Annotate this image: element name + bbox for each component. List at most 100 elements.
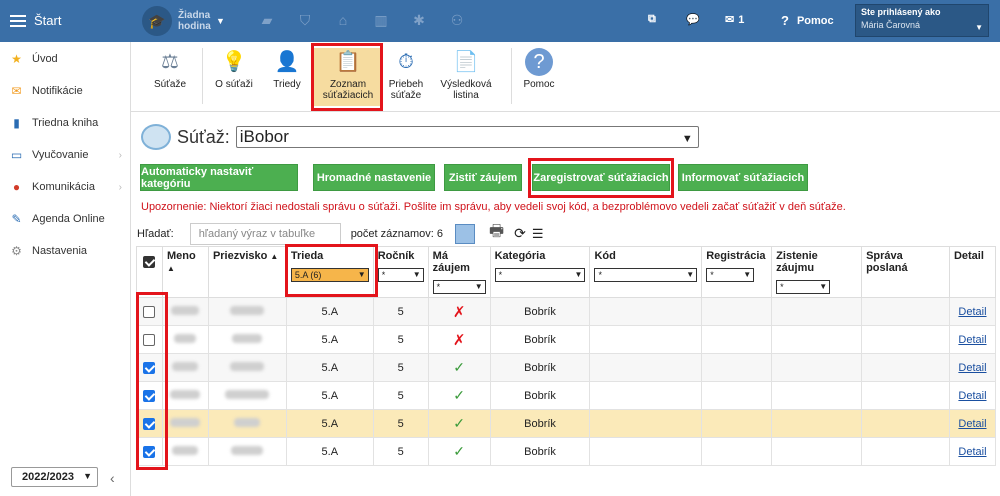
detail-cell: Detail — [948, 297, 997, 326]
kategoria-filter[interactable]: * ▼ — [494, 268, 586, 282]
toolbar-o-sutazi[interactable]: 💡 O súťaži — [211, 48, 257, 106]
toolbar-triedy[interactable]: 👤 Triedy — [266, 48, 308, 106]
bank-icon[interactable]: ⌂ — [334, 11, 352, 29]
people-walking-icon[interactable]: ⚇ — [448, 11, 466, 29]
zistenie-filter[interactable]: * ▼ — [776, 280, 831, 294]
toolbar-souteze[interactable]: ⚖ Súťaže — [149, 48, 191, 106]
col-zaujem[interactable]: Má záujem * ▼ — [427, 246, 491, 298]
redacted-text — [230, 305, 265, 315]
messages-button[interactable]: ✉ 1 — [725, 13, 744, 27]
detail-link[interactable]: Detail — [958, 306, 986, 318]
user-menu[interactable]: Ste prihlásený ako Mária Čarovná ▼ — [855, 4, 989, 37]
competition-header: Súťaž: iBobor ▼ — [141, 124, 699, 150]
find-interest-button[interactable]: Zistiť záujem — [444, 164, 522, 191]
col-detail: Detail — [948, 246, 997, 298]
sidebar-item-uvod[interactable]: ★ Úvod — [0, 43, 130, 75]
rocnik-cell: 5 — [372, 325, 429, 354]
kategoria-cell: Bobrík — [489, 437, 591, 466]
redacted-text — [231, 445, 264, 455]
detail-link[interactable]: Detail — [958, 334, 986, 346]
toolbar-priebeh-sutaze[interactable]: ⏱ Priebeh súťaže — [383, 48, 429, 106]
trieda-cell: 5.A — [285, 297, 374, 326]
chevron-down-icon: ▼ — [574, 270, 583, 279]
cast-icon[interactable]: ⧉ — [648, 13, 656, 26]
kod-filter[interactable]: * ▼ — [594, 268, 698, 282]
shield-icon[interactable]: ⛉ — [296, 11, 314, 29]
check-icon: ✓ — [427, 437, 491, 466]
sidebar-item-agenda-online[interactable]: ✎ Agenda Online — [0, 203, 130, 235]
columns-icon[interactable] — [455, 223, 476, 244]
cross-icon: ✗ — [427, 325, 491, 354]
inform-contestants-button[interactable]: Informovať súťažiacich — [678, 164, 808, 191]
first-name-cell — [161, 297, 209, 326]
col-sprava[interactable]: Správa poslaná — [861, 246, 950, 298]
home-link[interactable]: Štart — [10, 13, 61, 28]
year-select[interactable]: 2022/2023 ▼ — [11, 467, 98, 487]
detail-link[interactable]: Detail — [958, 418, 986, 430]
bar-chart-icon[interactable]: ▥ — [372, 11, 390, 29]
sprava-cell — [861, 381, 950, 410]
sidebar-item-label: Triedna kniha — [32, 117, 99, 129]
col-kategoria[interactable]: Kategória * ▼ — [489, 246, 591, 298]
col-rocnik[interactable]: Ročník * ▼ — [372, 246, 429, 298]
filter-value: * — [498, 270, 503, 280]
header-label: Registrácia — [706, 250, 766, 262]
help-button[interactable]: ? Pomoc — [781, 13, 834, 28]
sidebar-item-vyucovanie[interactable]: ▭ Vyučovanie › — [0, 139, 130, 171]
highlight-box — [285, 244, 378, 297]
main-content: Súťaž: iBobor ▼ Automaticky nastaviť kate… — [131, 112, 1000, 496]
search-input[interactable]: hľadaný výraz v tabuľke — [189, 222, 341, 245]
toolbar-pomoc[interactable]: ? Pomoc — [518, 48, 560, 106]
list-icon[interactable]: ☰ — [532, 226, 544, 242]
sprava-cell — [861, 297, 950, 326]
rocnik-cell: 5 — [372, 409, 429, 438]
collapse-sidebar-icon[interactable]: ‹ — [110, 470, 115, 486]
toolbar-vysledkova-listina[interactable]: 📄 Výsledková listina — [435, 48, 497, 106]
rocnik-cell: 5 — [372, 353, 429, 382]
detail-cell: Detail — [948, 409, 997, 438]
col-registracia[interactable]: Registrácia * ▼ — [701, 246, 773, 298]
bulk-settings-button[interactable]: Hromadné nastavenie — [313, 164, 435, 191]
redacted-text — [170, 389, 201, 399]
col-meno[interactable]: Meno ▲ — [161, 246, 209, 298]
document-icon: 📄 — [453, 50, 479, 73]
sidebar-item-nastavenia[interactable]: ⚙ Nastavenia — [0, 235, 130, 267]
chevron-down-icon: ▼ — [412, 270, 421, 279]
sidebar-item-triedna-kniha[interactable]: ▮ Triedna kniha — [0, 107, 130, 139]
zaujem-filter[interactable]: * ▼ — [432, 280, 486, 294]
user-title: Ste prihlásený ako — [861, 7, 941, 17]
detail-link[interactable]: Detail — [958, 446, 986, 458]
sidebar-item-komunikacia[interactable]: ● Komunikácia › — [0, 171, 130, 203]
highlight-box — [311, 43, 383, 111]
bear-logo-icon — [141, 124, 171, 150]
header-label: Kód — [594, 250, 616, 262]
col-zistenie[interactable]: Zistenie záujmu * ▼ — [771, 246, 863, 298]
hour-selector[interactable]: 🎓 Žiadna hodina ▼ — [142, 6, 225, 36]
print-icon[interactable]: 🖶 — [489, 220, 504, 247]
chat-icon[interactable]: 💬 — [686, 13, 700, 26]
competition-select[interactable]: iBobor ▼ — [235, 126, 699, 148]
user-name: Mária Čarovná — [861, 20, 921, 30]
refresh-icon[interactable]: ⟳ — [514, 225, 526, 242]
registracia-cell — [701, 437, 773, 466]
select-all-checkbox[interactable] — [143, 256, 156, 268]
sidebar-item-notifikacie[interactable]: ✉ Notifikácie — [0, 75, 130, 107]
detail-link[interactable]: Detail — [958, 362, 986, 374]
auto-category-button[interactable]: Automaticky nastaviť kategóriu — [140, 164, 298, 191]
registracia-filter[interactable]: * ▼ — [706, 268, 755, 282]
menu-icon[interactable] — [10, 14, 26, 27]
sprava-cell — [861, 325, 950, 354]
chevron-down-icon: ▼ — [83, 471, 92, 481]
briefcase-icon[interactable]: ▰ — [258, 11, 276, 29]
kategoria-cell: Bobrík — [489, 409, 591, 438]
filter-value: * — [598, 270, 602, 280]
col-kod[interactable]: Kód * ▼ — [589, 246, 703, 298]
rocnik-filter[interactable]: * ▼ — [377, 268, 424, 282]
tools-icon[interactable]: ✱ — [410, 11, 428, 29]
detail-link[interactable]: Detail — [958, 390, 986, 402]
toolbar-label: Súťaže — [153, 79, 187, 90]
top-icons: ▰ ⛉ ⌂ ▥ ✱ ⚇ — [258, 11, 466, 29]
last-name-cell — [207, 353, 287, 382]
highlight-box — [136, 292, 168, 470]
col-priezvisko[interactable]: Priezvisko ▲ — [207, 246, 287, 298]
